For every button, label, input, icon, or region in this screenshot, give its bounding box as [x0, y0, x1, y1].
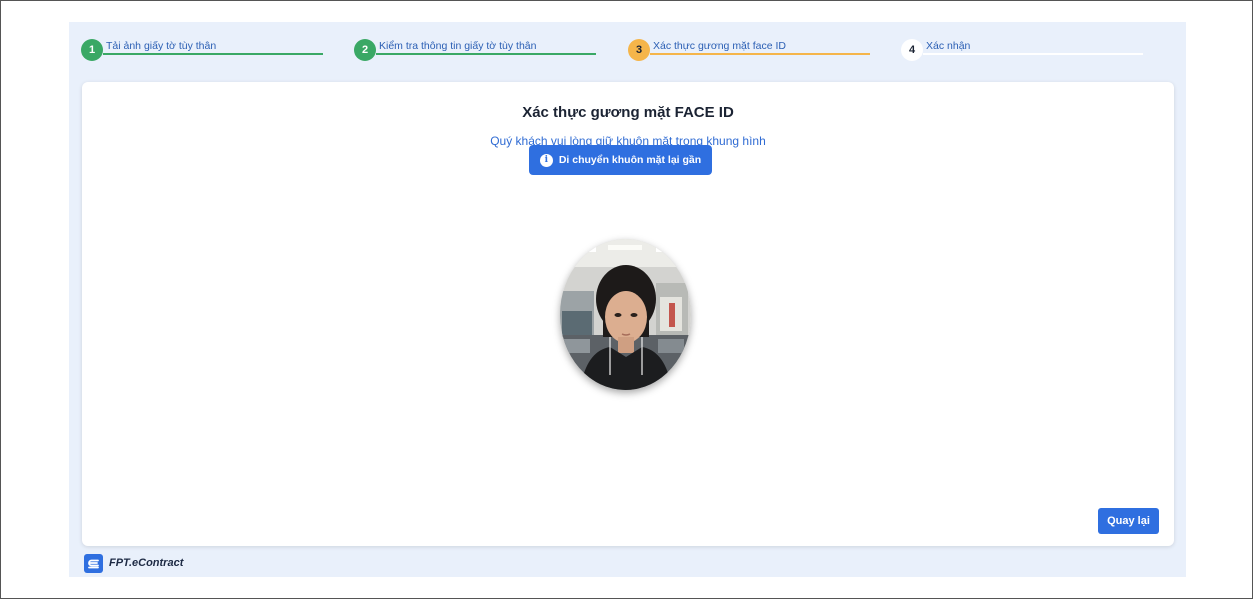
progress-stepper: 1 Tải ảnh giấy tờ tùy thân 2 Kiểm tra th… [69, 22, 1186, 72]
step-4-label: Xác nhận [926, 40, 971, 52]
step-4-number: 4 [901, 39, 923, 61]
brand-footer: FPT.eContract [84, 552, 183, 574]
step-2: 2 Kiểm tra thông tin giấy tờ tùy thân [354, 38, 596, 64]
fpt-econtract-logo-icon [84, 553, 103, 573]
step-2-number: 2 [354, 39, 376, 61]
distance-hint-text: Di chuyển khuôn mặt lại gần [558, 154, 702, 166]
distance-hint-badge: i Di chuyển khuôn mặt lại gần [529, 145, 712, 175]
step-1-number: 1 [81, 39, 103, 61]
card-title: Xác thực gương mặt FACE ID [522, 104, 734, 121]
step-4-progress-line [923, 53, 1143, 55]
step-3-number: 3 [628, 39, 650, 61]
back-button[interactable]: Quay lại [1098, 508, 1159, 534]
step-2-progress-line [376, 53, 596, 55]
window-frame: 1 Tải ảnh giấy tờ tùy thân 2 Kiểm tra th… [0, 0, 1253, 599]
step-2-label: Kiểm tra thông tin giấy tờ tùy thân [379, 40, 537, 52]
step-1-progress-line [103, 53, 323, 55]
app-container: 1 Tải ảnh giấy tờ tùy thân 2 Kiểm tra th… [69, 22, 1186, 577]
face-verification-card: Xác thực gương mặt FACE ID Quý khách vui… [82, 82, 1174, 546]
step-3-label: Xác thực gương mặt face ID [653, 40, 786, 52]
step-1: 1 Tải ảnh giấy tờ tùy thân [81, 38, 323, 64]
step-4: 4 Xác nhận [901, 38, 1143, 64]
step-3-progress-line [650, 53, 870, 55]
brand-name: FPT.eContract [109, 557, 184, 569]
face-capture-image [560, 239, 691, 390]
step-3: 3 Xác thực gương mặt face ID [628, 38, 870, 64]
info-icon: i [539, 153, 553, 167]
camera-preview [560, 239, 691, 390]
step-1-label: Tải ảnh giấy tờ tùy thân [106, 40, 217, 52]
